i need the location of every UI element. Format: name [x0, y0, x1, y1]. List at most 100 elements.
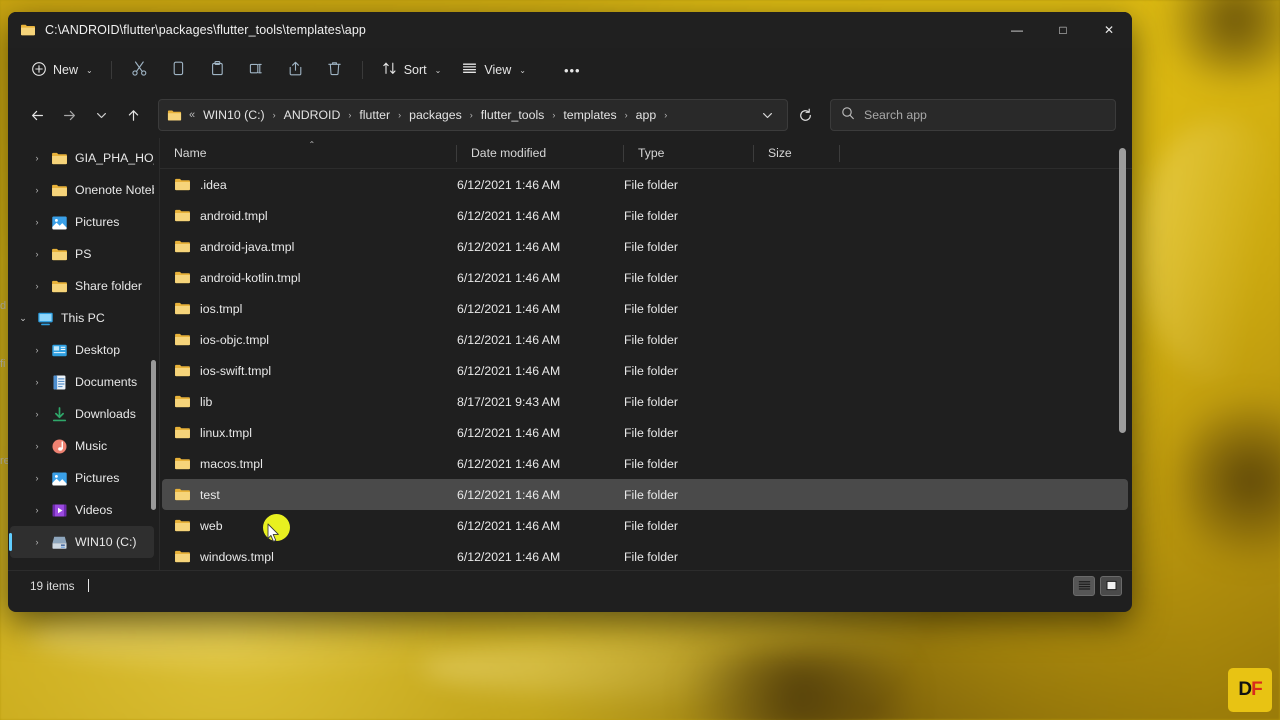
music-icon [51, 438, 68, 455]
breadcrumb-segment-0[interactable]: WIN10 (C:) [198, 106, 270, 124]
table-row[interactable]: android.tmpl 6/12/2021 1:46 AM File folder [162, 200, 1128, 231]
table-row[interactable]: linux.tmpl 6/12/2021 1:46 AM File folder [162, 417, 1128, 448]
back-button[interactable] [22, 100, 52, 130]
chevron-right-icon[interactable]: › [30, 281, 44, 291]
sidebar-item-gia-pha-ho-p[interactable]: › GIA_PHA_HO_P [10, 142, 155, 174]
chevron-right-icon[interactable]: › [30, 377, 44, 387]
chevron-right-icon[interactable]: › [30, 345, 44, 355]
chevron-right-icon[interactable]: › [30, 217, 44, 227]
folder-icon [174, 517, 191, 534]
chevron-right-icon[interactable]: › [30, 249, 44, 259]
table-row[interactable]: ios.tmpl 6/12/2021 1:46 AM File folder [162, 293, 1128, 324]
file-type-cell: File folder [624, 270, 678, 285]
folder-icon [51, 246, 68, 263]
view-button[interactable]: View ⌄ [452, 54, 535, 86]
folder-icon [175, 426, 190, 439]
recent-locations-button[interactable] [86, 100, 116, 130]
search-input[interactable] [864, 108, 1105, 122]
share-button[interactable] [277, 54, 314, 86]
chevron-right-icon[interactable]: › [30, 185, 44, 195]
forward-button[interactable] [54, 100, 84, 130]
breadcrumb-dropdown-button[interactable] [755, 103, 779, 127]
sidebar-item-desktop[interactable]: › Desktop [10, 334, 154, 366]
table-row[interactable]: android-kotlin.tmpl 6/12/2021 1:46 AM File… [162, 262, 1128, 293]
file-name-label: test [200, 487, 220, 502]
chevron-right-icon[interactable]: › [30, 441, 44, 451]
file-name-label: ios-objc.tmpl [200, 332, 270, 347]
table-row[interactable]: android-java.tmpl 6/12/2021 1:46 AM File f… [162, 231, 1128, 262]
table-row[interactable]: test 6/12/2021 1:46 AM File folder [162, 479, 1128, 510]
sidebar-item-onenote-noteb[interactable]: › Onenote Noteb [10, 174, 155, 206]
table-row[interactable]: ios-swift.tmpl 6/12/2021 1:46 AM File fold… [162, 355, 1128, 386]
folder-icon [175, 550, 190, 563]
paste-button[interactable] [199, 54, 236, 86]
cut-button[interactable] [121, 54, 158, 86]
table-row[interactable]: windows.tmpl 6/12/2021 1:46 AM File folder [162, 541, 1128, 570]
breadcrumb-segment-3[interactable]: packages [404, 106, 467, 124]
breadcrumb-segment-6[interactable]: app [631, 106, 662, 124]
folder-icon [51, 150, 68, 167]
column-header-type[interactable]: Type [624, 138, 754, 169]
pictures-icon [51, 214, 68, 231]
sidebar-item-downloads[interactable]: › Downloads [10, 398, 154, 430]
table-row[interactable]: .idea 6/12/2021 1:46 AM File folder [162, 169, 1128, 200]
folder-icon [174, 300, 191, 317]
column-header-name[interactable]: ⌃ Name [160, 138, 457, 169]
rename-button[interactable] [238, 54, 275, 86]
file-list-scrollbar-thumb[interactable] [1119, 148, 1126, 433]
more-options-button[interactable]: ••• [554, 54, 591, 86]
close-button[interactable]: ✕ [1086, 12, 1132, 48]
documents-icon [51, 374, 68, 391]
details-view-button[interactable] [1073, 575, 1095, 596]
window-body: ›GIA_PHA_HO_P›Onenote Noteb›Pictures›PS›… [8, 138, 1132, 570]
new-button[interactable]: New ⌄ [22, 54, 102, 86]
refresh-button[interactable] [792, 101, 818, 129]
sort-button[interactable]: Sort ⌄ [372, 54, 451, 86]
delete-button[interactable] [316, 54, 353, 86]
large-icons-view-button[interactable] [1100, 575, 1122, 596]
toolbar-divider [544, 61, 545, 79]
sidebar-item-videos[interactable]: › Videos [10, 494, 154, 526]
file-name-cell: web [162, 517, 457, 534]
sidebar-item-label: Music [75, 439, 108, 453]
chevron-right-icon[interactable]: › [30, 505, 44, 515]
column-header-date-modified[interactable]: Date modified [457, 138, 624, 169]
sidebar-item-share-folder[interactable]: › Share folder [10, 270, 154, 302]
folder-icon [174, 455, 191, 472]
chevron-right-icon[interactable]: › [30, 153, 44, 163]
chevron-right-icon[interactable]: › [30, 473, 44, 483]
chevron-right-icon[interactable]: › [30, 409, 44, 419]
up-button[interactable] [118, 100, 148, 130]
table-row[interactable]: macos.tmpl 6/12/2021 1:46 AM File folder [162, 448, 1128, 479]
sidebar-item-documents[interactable]: › Documents [10, 366, 154, 398]
file-name-cell: android-java.tmpl [162, 238, 457, 255]
search-box[interactable] [830, 99, 1116, 131]
sidebar-item-pictures[interactable]: › Pictures [10, 206, 154, 238]
table-row[interactable]: ios-objc.tmpl 6/12/2021 1:46 AM File folde… [162, 324, 1128, 355]
file-type-cell: File folder [624, 425, 678, 440]
sidebar-item-ps[interactable]: › PS [10, 238, 154, 270]
file-date-cell: 6/12/2021 1:46 AM [457, 208, 561, 223]
maximize-button[interactable]: □ [1040, 12, 1086, 48]
chevron-down-icon[interactable]: ⌄ [16, 313, 30, 324]
column-header-size[interactable]: Size [754, 138, 840, 169]
navigation-sidebar[interactable]: ›GIA_PHA_HO_P›Onenote Noteb›Pictures›PS›… [8, 138, 160, 570]
copy-button[interactable] [160, 54, 197, 86]
breadcrumb-segment-1[interactable]: ANDROID [279, 106, 346, 124]
sidebar-item-this-pc[interactable]: ⌄ This PC [10, 302, 154, 334]
sidebar-item-win10-c[interactable]: › WIN10 (C:) [9, 526, 154, 558]
breadcrumb-segment-2[interactable]: flutter [354, 106, 395, 124]
breadcrumb-segment-5[interactable]: templates [558, 106, 621, 124]
breadcrumb-overflow[interactable]: « [188, 109, 196, 121]
table-row[interactable]: lib 8/17/2021 9:43 AM File folder [162, 386, 1128, 417]
table-row[interactable]: web 6/12/2021 1:46 AM File folder [162, 510, 1128, 541]
window-title-bar[interactable]: C:\ANDROID\flutter\packages\flutter_tool… [8, 12, 1132, 48]
sidebar-item-music[interactable]: › Music [10, 430, 154, 462]
sidebar-item-pictures[interactable]: › Pictures [10, 462, 154, 494]
minimize-button[interactable]: — [994, 12, 1040, 48]
breadcrumb[interactable]: « WIN10 (C:) › ANDROID › flutter › packa… [158, 99, 788, 131]
sidebar-scrollbar-thumb[interactable] [151, 360, 156, 510]
folder-icon [174, 393, 191, 410]
breadcrumb-segment-4[interactable]: flutter_tools [476, 106, 550, 124]
chevron-right-icon[interactable]: › [30, 537, 44, 547]
